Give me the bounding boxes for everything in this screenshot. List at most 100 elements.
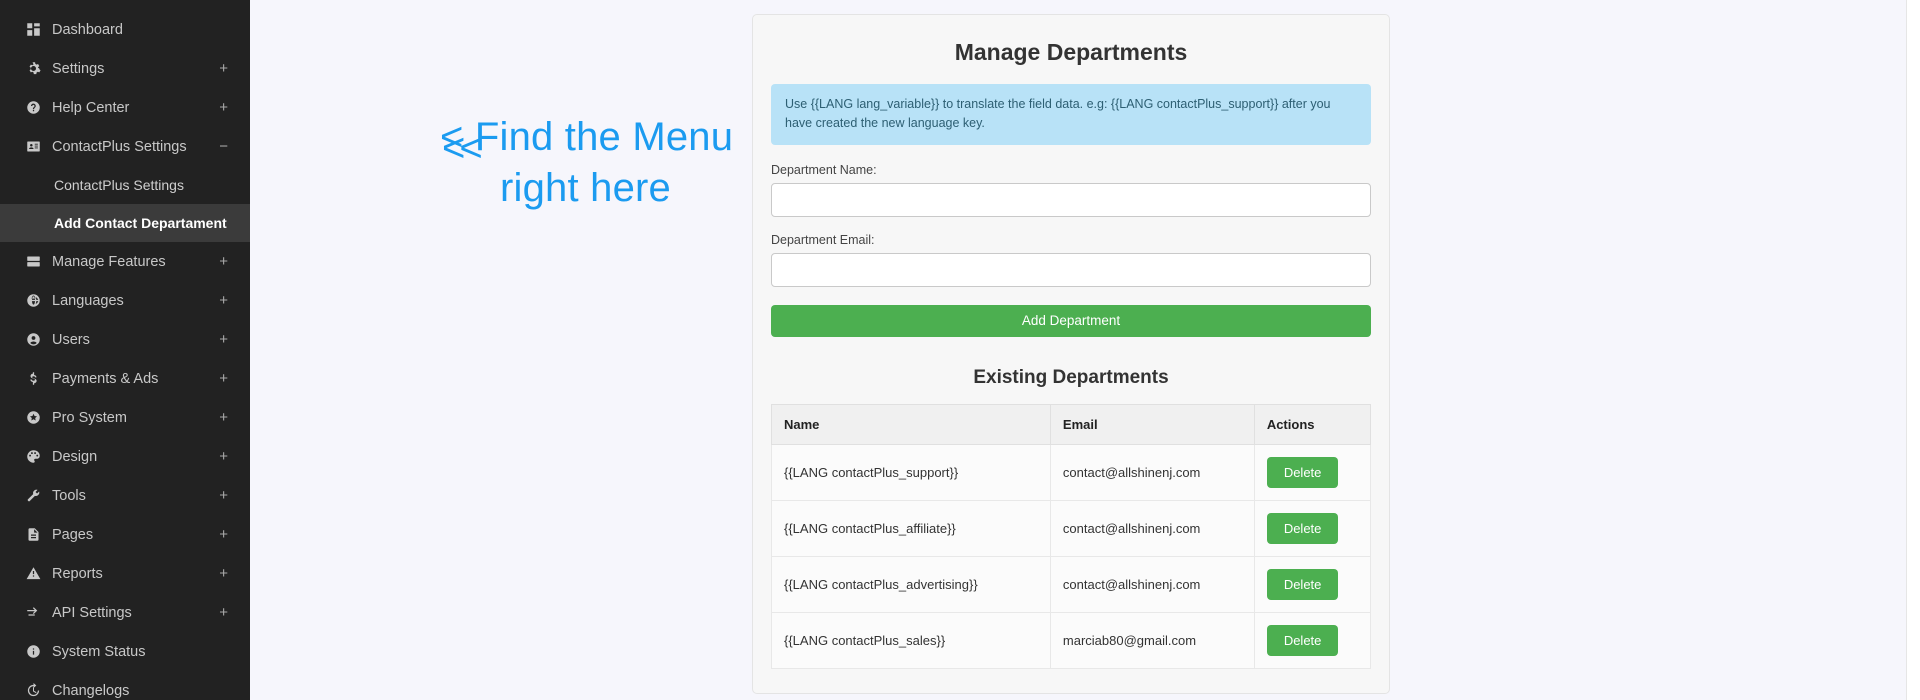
sidebar-item-label: ContactPlus Settings xyxy=(54,177,184,193)
annotation-line-1: < Find the Menu xyxy=(440,115,734,159)
annotation-text: < Find the Menu right here xyxy=(440,112,733,214)
app-root: Dashboard Settings + Help Center + ContactPlu… xyxy=(0,0,1920,700)
wrench-icon xyxy=(26,488,52,503)
sidebar-item-design[interactable]: Design + xyxy=(0,437,250,476)
department-email-input[interactable] xyxy=(771,252,1371,287)
annotation-line-2: right here xyxy=(500,166,671,211)
table-header: Name Email Actions xyxy=(771,403,1372,445)
expand-plus-icon[interactable]: + xyxy=(219,488,228,503)
cell-department-email: contact@allshinenj.com xyxy=(1049,555,1255,613)
sidebar-item-label: Tools xyxy=(52,487,86,504)
cell-department-name: {{LANG contactPlus_affiliate}} xyxy=(771,499,1051,557)
sidebar-item-label: Payments & Ads xyxy=(52,370,159,387)
api-arrows-icon xyxy=(26,605,52,620)
table-header-row: Name Email Actions xyxy=(771,403,1372,445)
departments-table: Name Email Actions {{LANG contactPlus_su… xyxy=(771,403,1372,669)
gear-icon xyxy=(26,61,52,76)
palette-icon xyxy=(26,449,52,464)
main-content: << < Find the Menu right here Manage Dep… xyxy=(250,0,1920,700)
expand-plus-icon[interactable]: + xyxy=(219,371,228,386)
annotation-arrows: << xyxy=(442,126,483,170)
expand-plus-icon[interactable]: + xyxy=(219,410,228,425)
sidebar-item-tools[interactable]: Tools + xyxy=(0,476,250,515)
right-gutter xyxy=(1906,0,1920,700)
sidebar-item-help-center[interactable]: Help Center + xyxy=(0,88,250,127)
cell-department-name: {{LANG contactPlus_support}} xyxy=(771,443,1051,501)
table-row: {{LANG contactPlus_support}} contact@alls… xyxy=(771,443,1372,501)
sidebar-item-payments-ads[interactable]: Payments & Ads + xyxy=(0,359,250,398)
dollar-icon xyxy=(26,371,52,386)
sidebar-item-label: Pages xyxy=(52,526,94,543)
delete-department-button[interactable]: Delete xyxy=(1266,512,1339,544)
sidebar-item-label: Design xyxy=(52,448,98,465)
sidebar-item-pro-system[interactable]: Pro System + xyxy=(0,398,250,437)
sidebar-item-languages[interactable]: Languages + xyxy=(0,281,250,320)
manage-departments-card: Manage Departments Use {{LANG lang_varia… xyxy=(752,14,1390,694)
sidebar-item-contactplus-settings[interactable]: ContactPlus Settings − xyxy=(0,127,250,166)
column-header-email: Email xyxy=(1049,403,1255,445)
sidebar-item-system-status[interactable]: System Status xyxy=(0,632,250,671)
department-name-label: Department Name: xyxy=(771,162,877,177)
sidebar-item-dashboard[interactable]: Dashboard xyxy=(0,10,250,49)
sidebar-item-manage-features[interactable]: Manage Features + xyxy=(0,242,250,281)
cell-department-email: contact@allshinenj.com xyxy=(1049,443,1255,501)
expand-plus-icon[interactable]: + xyxy=(219,61,228,76)
sidebar-item-label: System Status xyxy=(52,643,146,660)
sidebar-item-label: Changelogs xyxy=(52,682,130,699)
expand-plus-icon[interactable]: + xyxy=(219,605,228,620)
expand-plus-icon[interactable]: + xyxy=(219,254,228,269)
history-icon xyxy=(26,683,52,698)
collapse-minus-icon[interactable]: − xyxy=(219,139,228,154)
sidebar-item-label: Settings xyxy=(52,60,105,77)
column-header-name: Name xyxy=(771,403,1051,445)
add-department-button[interactable]: Add Department xyxy=(771,304,1371,337)
globe-icon xyxy=(26,293,52,308)
existing-departments-title: Existing Departments xyxy=(973,366,1169,388)
sidebar-item-settings[interactable]: Settings + xyxy=(0,49,250,88)
cell-department-email: marciab80@gmail.com xyxy=(1049,611,1255,669)
delete-department-button[interactable]: Delete xyxy=(1266,456,1339,488)
sidebar-item-label: ContactPlus Settings xyxy=(52,138,187,155)
info-icon xyxy=(26,644,52,659)
department-email-label: Department Email: xyxy=(771,232,875,247)
cell-department-name: {{LANG contactPlus_sales}} xyxy=(771,611,1051,669)
sidebar-item-pages[interactable]: Pages + xyxy=(0,515,250,554)
delete-department-button[interactable]: Delete xyxy=(1266,568,1339,600)
document-icon xyxy=(26,527,52,542)
contact-card-icon xyxy=(26,139,52,154)
sidebar-item-label: API Settings xyxy=(52,604,132,621)
expand-plus-icon[interactable]: + xyxy=(219,332,228,347)
expand-plus-icon[interactable]: + xyxy=(219,566,228,581)
sidebar-item-api-settings[interactable]: API Settings + xyxy=(0,593,250,632)
expand-plus-icon[interactable]: + xyxy=(219,527,228,542)
star-badge-icon xyxy=(26,410,52,425)
table-row: {{LANG contactPlus_advertising}} contact@… xyxy=(771,555,1372,613)
expand-plus-icon[interactable]: + xyxy=(219,449,228,464)
table-row: {{LANG contactPlus_sales}} marciab80@gmai… xyxy=(771,611,1372,669)
dashboard-icon xyxy=(26,22,52,37)
cell-actions: Delete xyxy=(1253,555,1372,613)
user-icon xyxy=(26,332,52,347)
warning-icon xyxy=(26,566,52,581)
sidebar-item-add-contact-departament[interactable]: Add Contact Departament xyxy=(0,204,250,242)
sidebar-item-label: Pro System xyxy=(52,409,127,426)
cell-actions: Delete xyxy=(1253,499,1372,557)
expand-plus-icon[interactable]: + xyxy=(219,100,228,115)
cell-department-email: contact@allshinenj.com xyxy=(1049,499,1255,557)
sidebar-item-contactplus-settings[interactable]: ContactPlus Settings xyxy=(0,166,250,204)
sidebar-item-reports[interactable]: Reports + xyxy=(0,554,250,593)
sidebar-item-changelogs[interactable]: Changelogs xyxy=(0,671,250,700)
sidebar-item-label: Add Contact Departament xyxy=(54,215,227,231)
sidebar-nav: Dashboard Settings + Help Center + ContactPlu… xyxy=(0,0,250,700)
cell-actions: Delete xyxy=(1253,611,1372,669)
lang-variable-hint: Use {{LANG lang_variable}} to translate … xyxy=(771,84,1371,145)
sidebar-item-label: Dashboard xyxy=(52,21,123,38)
table-body: {{LANG contactPlus_support}} contact@alls… xyxy=(771,443,1372,669)
expand-plus-icon[interactable]: + xyxy=(219,293,228,308)
sidebar-item-users[interactable]: Users + xyxy=(0,320,250,359)
delete-department-button[interactable]: Delete xyxy=(1266,624,1339,656)
department-name-input[interactable] xyxy=(771,182,1371,217)
column-header-actions: Actions xyxy=(1253,403,1372,445)
server-icon xyxy=(26,254,52,269)
table-row: {{LANG contactPlus_affiliate}} contact@al… xyxy=(771,499,1372,557)
